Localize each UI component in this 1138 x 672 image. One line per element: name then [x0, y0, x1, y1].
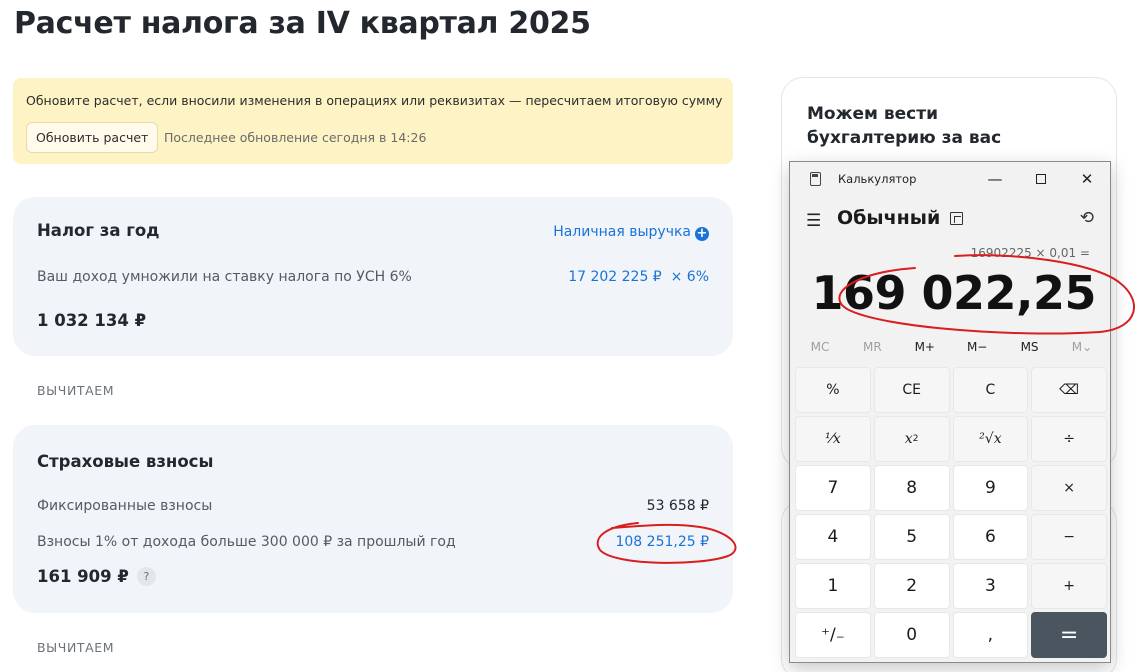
deduct-section-label: ВЫЧИТАЕМ	[37, 383, 115, 398]
digit-4-key[interactable]: 4	[795, 514, 871, 560]
income-link[interactable]: 17 202 225 ₽	[568, 269, 662, 285]
digit-5-key[interactable]: 5	[873, 514, 950, 560]
keep-on-top-icon[interactable]	[950, 212, 963, 225]
clear-entry-key[interactable]: CE	[873, 367, 950, 413]
clear-key[interactable]: C	[952, 367, 1029, 413]
divide-key[interactable]: ÷	[1031, 416, 1107, 462]
calculator-mode-title: Обычный	[837, 207, 941, 229]
close-button[interactable]: ✕	[1064, 165, 1110, 193]
cash-revenue-label: Наличная выручка	[553, 224, 691, 240]
income-rate-label: Ваш доход умножили на ставку налога по У…	[37, 269, 412, 285]
digit-6-key[interactable]: 6	[952, 514, 1029, 560]
minimize-button[interactable]: —	[972, 165, 1018, 193]
calculator-titlebar[interactable]: Калькулятор — ✕	[790, 162, 1110, 196]
digit-1-key[interactable]: 1	[795, 563, 871, 609]
calculator-keypad: % CE C ⌫ ⅟x x2 ²√x ÷ 7 8 9 × 4 5 6 − 1 2…	[795, 367, 1107, 658]
minus-key[interactable]: −	[1031, 514, 1107, 560]
extra-contributions-link[interactable]: 108 251,25 ₽	[615, 534, 709, 550]
history-icon[interactable]: ⟲	[1080, 208, 1094, 228]
hamburger-menu-icon[interactable]: ☰	[806, 211, 821, 231]
memory-list-button[interactable]: M⌄	[1058, 340, 1106, 354]
promo-title: Можем вести бухгалтерию за вас	[807, 104, 1002, 148]
multiply-key[interactable]: ×	[1031, 465, 1107, 511]
memory-recall-button[interactable]: MR	[848, 340, 896, 354]
fixed-contributions-value: 53 658 ₽	[646, 498, 709, 514]
digit-3-key[interactable]: 3	[952, 563, 1029, 609]
equals-key[interactable]: =	[1031, 612, 1107, 658]
extra-contributions-label: Взносы 1% от дохода больше 300 000 ₽ за …	[37, 534, 456, 550]
decimal-comma-key[interactable]: ,	[952, 612, 1029, 658]
maximize-icon	[1036, 174, 1046, 184]
memory-clear-button[interactable]: MC	[796, 340, 844, 354]
annual-tax-total: 1 032 134 ₽	[37, 311, 147, 330]
fixed-contributions-label: Фиксированные взносы	[37, 498, 213, 514]
notice-text: Обновите расчет, если вносили изменения …	[26, 93, 723, 108]
memory-subtract-button[interactable]: M−	[953, 340, 1001, 354]
income-rate-value: 17 202 225 ₽ × 6%	[568, 269, 709, 285]
digit-2-key[interactable]: 2	[873, 563, 950, 609]
rate-text: × 6%	[670, 269, 709, 285]
reciprocal-key[interactable]: ⅟x	[795, 416, 871, 462]
help-icon[interactable]: ?	[136, 567, 156, 586]
digit-8-key[interactable]: 8	[873, 465, 950, 511]
sqrt-key[interactable]: ²√x	[952, 416, 1029, 462]
calculator-window-title: Калькулятор	[838, 172, 917, 186]
memory-add-button[interactable]: M+	[901, 340, 949, 354]
calculator-app-icon	[810, 172, 821, 186]
calculator-display: 169 022,25	[811, 266, 1096, 320]
calculator-window: Калькулятор — ✕ ☰ Обычный ⟲ 16902225 × 0…	[789, 161, 1111, 663]
insurance-title: Страховые взносы	[37, 452, 214, 471]
insurance-card: Страховые взносы Фиксированные взносы 53…	[13, 425, 733, 613]
refresh-calculation-button[interactable]: Обновить расчет	[26, 122, 159, 153]
insurance-total: 161 909 ₽?	[37, 567, 156, 586]
update-notice: Обновите расчет, если вносили изменения …	[13, 78, 733, 164]
digit-9-key[interactable]: 9	[952, 465, 1029, 511]
memory-row: MC MR M+ M− MS M⌄	[796, 340, 1106, 354]
calculator-expression: 16902225 × 0,01 =	[970, 246, 1090, 260]
deduct-section-label-2: ВЫЧИТАЕМ	[37, 640, 115, 655]
percent-key[interactable]: %	[795, 367, 871, 413]
memory-store-button[interactable]: MS	[1006, 340, 1054, 354]
digit-0-key[interactable]: 0	[873, 612, 950, 658]
maximize-button[interactable]	[1018, 165, 1064, 193]
plus-circle-icon: +	[695, 226, 709, 241]
digit-7-key[interactable]: 7	[795, 465, 871, 511]
sign-toggle-key[interactable]: ⁺∕₋	[795, 612, 871, 658]
plus-key[interactable]: +	[1031, 563, 1107, 609]
backspace-key[interactable]: ⌫	[1031, 367, 1107, 413]
annual-tax-title: Налог за год	[37, 221, 160, 240]
square-key[interactable]: x2	[873, 416, 950, 462]
last-update-text: Последнее обновление сегодня в 14:26	[164, 130, 427, 145]
cash-revenue-link[interactable]: Наличная выручка +	[553, 224, 709, 241]
page-title: Расчет налога за IV квартал 2025	[14, 6, 591, 41]
annual-tax-card: Налог за год Наличная выручка + Ваш доход…	[13, 197, 733, 356]
